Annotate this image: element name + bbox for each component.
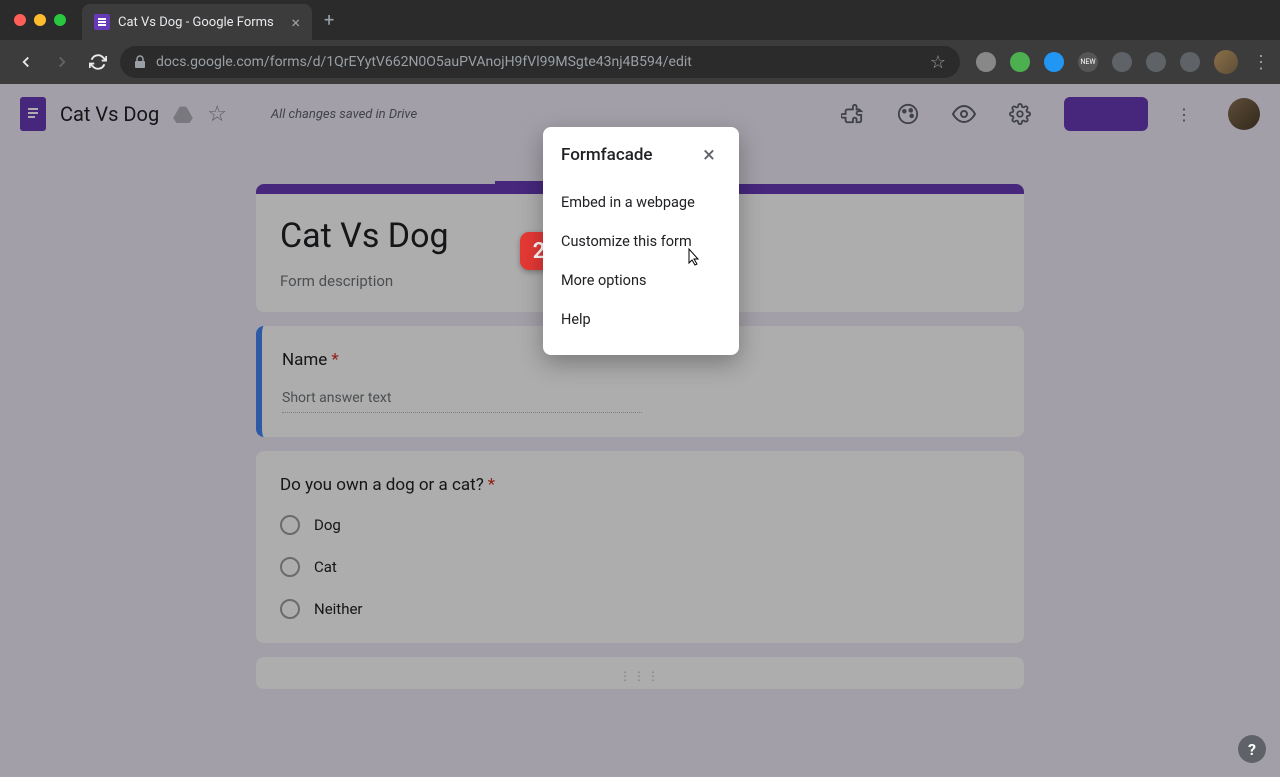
close-window-button[interactable] bbox=[14, 14, 26, 26]
dialog-title: Formfacade bbox=[561, 145, 653, 165]
browser-menu-icon[interactable]: ⋮ bbox=[1252, 52, 1268, 73]
url-bar: docs.google.com/forms/d/1QrEYytV662N0O5a… bbox=[0, 40, 1280, 84]
forward-button[interactable] bbox=[48, 48, 76, 76]
dialog-item-customize[interactable]: Customize this form bbox=[543, 222, 739, 261]
extension-icon[interactable] bbox=[1112, 52, 1132, 72]
dialog-item-help[interactable]: Help bbox=[543, 300, 739, 339]
bookmark-star-icon[interactable]: ☆ bbox=[930, 52, 946, 73]
dialog-item-more[interactable]: More options bbox=[543, 261, 739, 300]
tab-close-icon[interactable]: × bbox=[291, 13, 300, 32]
help-button[interactable]: ? bbox=[1238, 735, 1266, 763]
forms-favicon-icon bbox=[94, 14, 110, 30]
extension-icon[interactable] bbox=[1044, 52, 1064, 72]
extension-icon[interactable] bbox=[1010, 52, 1030, 72]
reload-button[interactable] bbox=[84, 48, 112, 76]
dialog-item-embed[interactable]: Embed in a webpage bbox=[543, 183, 739, 222]
extension-icon[interactable] bbox=[976, 52, 996, 72]
tab-title: Cat Vs Dog - Google Forms bbox=[118, 15, 283, 30]
window-controls bbox=[14, 14, 66, 26]
extension-icon[interactable]: NEW bbox=[1078, 52, 1098, 72]
back-button[interactable] bbox=[12, 48, 40, 76]
browser-tab[interactable]: Cat Vs Dog - Google Forms × bbox=[82, 4, 312, 40]
extension-icon[interactable] bbox=[1180, 52, 1200, 72]
dialog-header: Formfacade × bbox=[543, 127, 739, 175]
minimize-window-button[interactable] bbox=[34, 14, 46, 26]
url-text: docs.google.com/forms/d/1QrEYytV662N0O5a… bbox=[156, 54, 920, 70]
profile-avatar[interactable] bbox=[1214, 50, 1238, 74]
browser-chrome: Cat Vs Dog - Google Forms × + docs.googl… bbox=[0, 0, 1280, 84]
new-tab-button[interactable]: + bbox=[324, 10, 334, 31]
extension-icon[interactable] bbox=[1146, 52, 1166, 72]
dialog-items: Embed in a webpage Customize this form M… bbox=[543, 175, 739, 355]
extension-icons: NEW ⋮ bbox=[976, 50, 1268, 74]
formfacade-dialog: Formfacade × Embed in a webpage Customiz… bbox=[543, 127, 739, 355]
tab-bar: Cat Vs Dog - Google Forms × + bbox=[0, 0, 1280, 40]
address-bar[interactable]: docs.google.com/forms/d/1QrEYytV662N0O5a… bbox=[120, 46, 960, 78]
lock-icon bbox=[134, 55, 146, 69]
maximize-window-button[interactable] bbox=[54, 14, 66, 26]
close-icon[interactable]: × bbox=[697, 143, 721, 167]
